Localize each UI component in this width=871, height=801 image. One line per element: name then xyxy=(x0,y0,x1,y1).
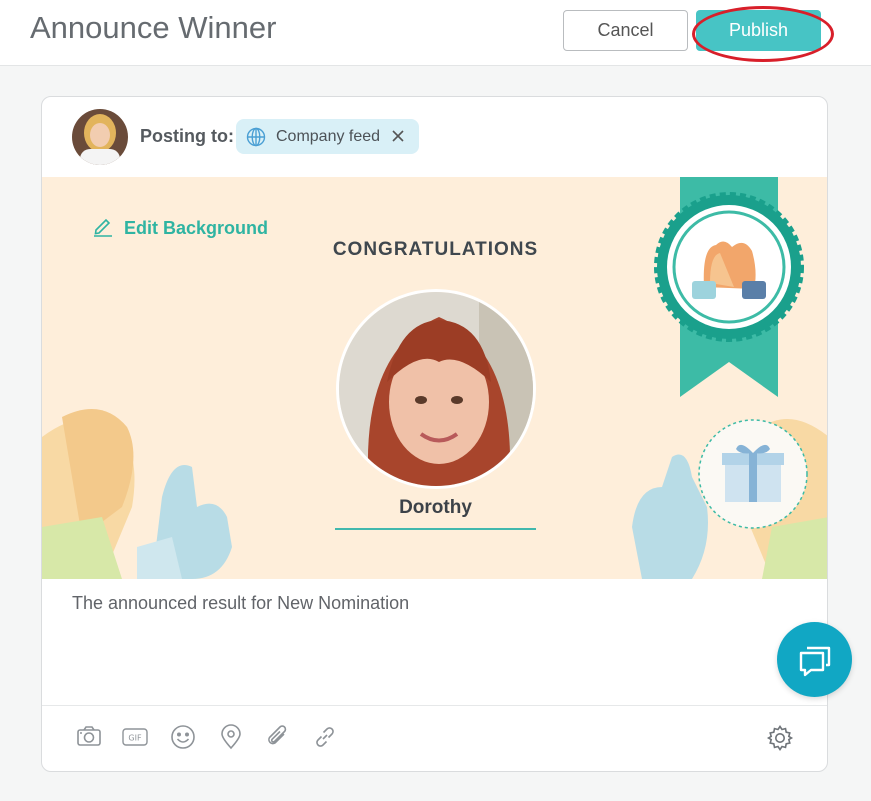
post-message[interactable]: The announced result for New Nomination xyxy=(72,593,409,614)
feed-name: Company feed xyxy=(276,128,381,145)
publish-button[interactable]: Publish xyxy=(696,10,821,51)
winner-photo xyxy=(336,289,536,489)
svg-text:GIF: GIF xyxy=(128,734,142,743)
remove-feed-icon[interactable] xyxy=(390,128,406,149)
link-icon[interactable] xyxy=(312,724,338,755)
pencil-icon xyxy=(92,215,114,242)
top-bar: Announce Winner Cancel Publish xyxy=(0,0,871,66)
camera-icon[interactable] xyxy=(76,724,102,753)
attachment-icon[interactable] xyxy=(266,724,290,755)
name-underline xyxy=(335,528,536,530)
post-card: Posting to: Company feed Edit Background… xyxy=(41,96,828,772)
clapping-hands-illustration xyxy=(42,409,232,579)
award-ribbon-badge xyxy=(654,177,804,397)
location-icon[interactable] xyxy=(220,724,242,755)
author-avatar xyxy=(72,109,128,165)
gif-icon[interactable]: GIF xyxy=(122,728,148,751)
settings-icon[interactable] xyxy=(766,724,794,757)
globe-icon xyxy=(246,127,266,152)
edit-background-label: Edit Background xyxy=(124,218,269,238)
winner-name: Dorothy xyxy=(399,497,472,518)
edit-background-link[interactable]: Edit Background xyxy=(92,215,268,242)
post-toolbar: GIF xyxy=(42,705,827,771)
posting-to-label: Posting to: xyxy=(140,126,234,146)
emoji-icon[interactable] xyxy=(170,724,196,755)
page-title: Announce Winner xyxy=(30,10,277,45)
feed-chip[interactable]: Company feed xyxy=(236,119,419,154)
chat-button[interactable] xyxy=(777,622,852,697)
chat-icon xyxy=(799,646,831,677)
award-banner: Edit Background CONGRATULATIONS Dorothy xyxy=(42,177,827,579)
cancel-button[interactable]: Cancel xyxy=(563,10,688,51)
